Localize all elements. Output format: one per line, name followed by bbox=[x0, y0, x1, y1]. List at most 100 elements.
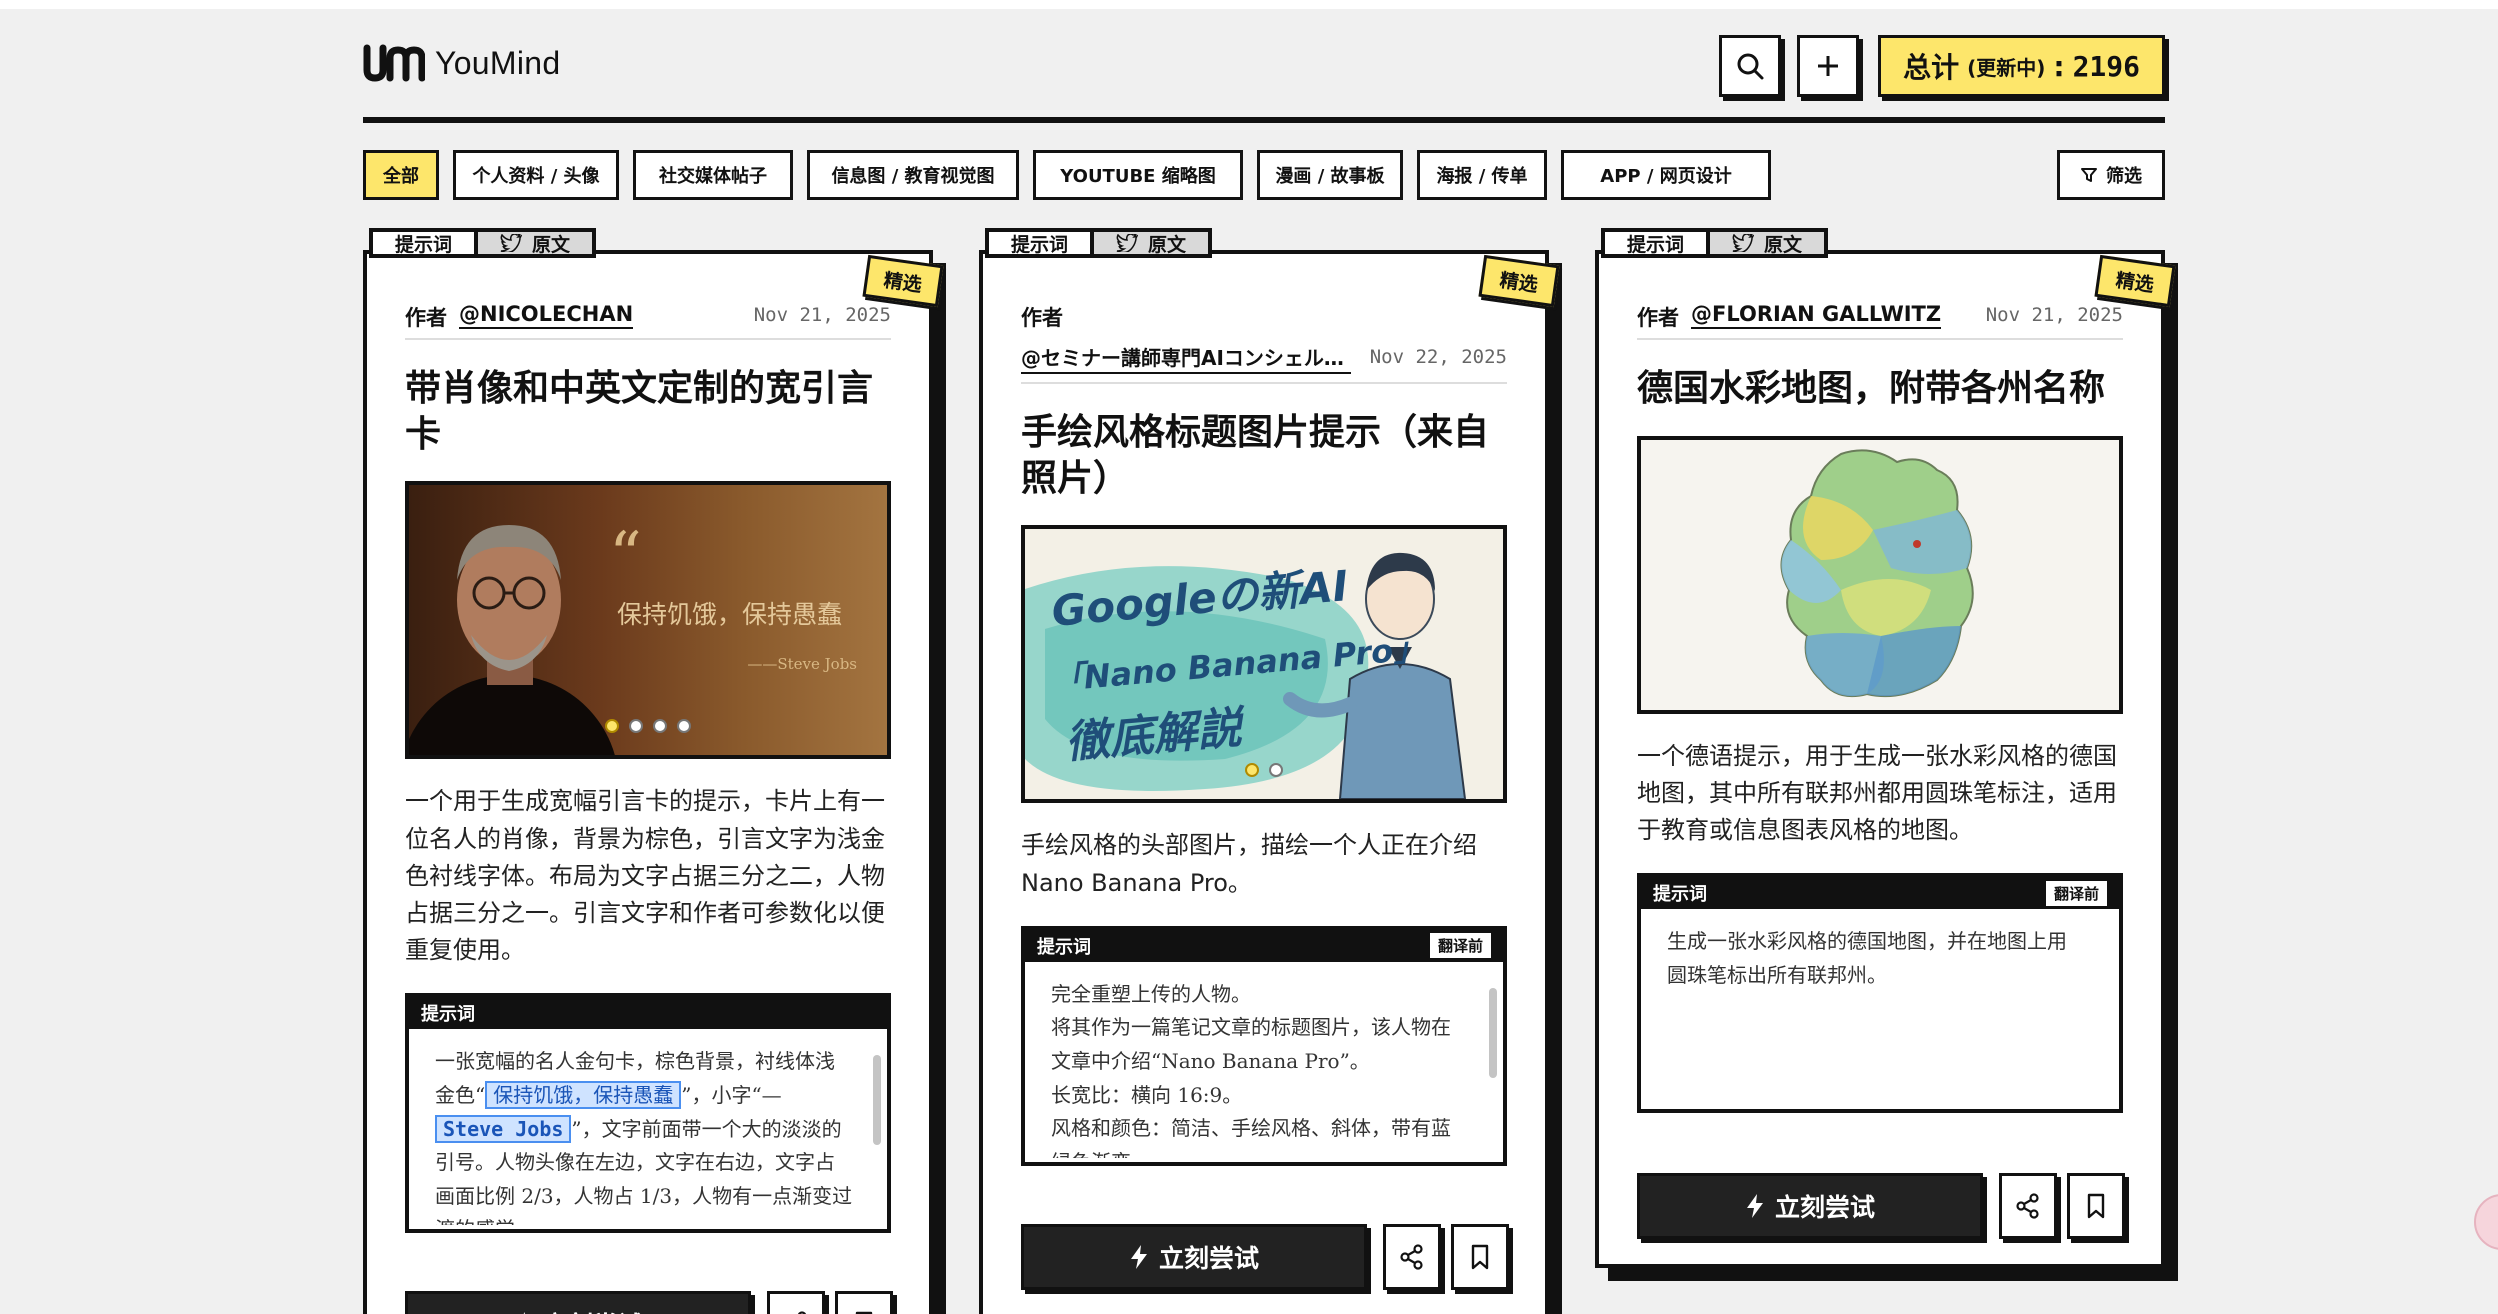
prompt-box-header: 提示词 翻译前 bbox=[1641, 877, 2119, 910]
prompt-scrollbar[interactable] bbox=[1489, 974, 1497, 1142]
filter-profile-avatar[interactable]: 个人资料 / 头像 bbox=[453, 150, 619, 200]
floating-extension-icon[interactable] bbox=[2474, 1194, 2498, 1250]
share-icon bbox=[2016, 1193, 2039, 1219]
author-link[interactable]: @セミナー講師専門AIコンシェルジュ bbox=[1021, 342, 1351, 374]
card-title[interactable]: 德国水彩地图，附带各州名称 bbox=[1637, 366, 2123, 412]
filter-app-web[interactable]: APP / 网页设计 bbox=[1561, 150, 1771, 200]
twitter-bird-icon bbox=[1732, 234, 1755, 252]
share-button[interactable] bbox=[1999, 1173, 2057, 1240]
prompt-variable[interactable]: 保持饥饿，保持愚蠢 bbox=[485, 1080, 682, 1109]
tab-original[interactable]: 原文 bbox=[1706, 228, 1829, 258]
bookmark-icon bbox=[2087, 1194, 2105, 1219]
prompt-card: 提示词 原文 精选 作者 @NICOLECHAN Nov 21, 2025 带肖… bbox=[363, 228, 944, 1314]
share-button[interactable] bbox=[1383, 1223, 1441, 1290]
scroll-thumb[interactable] bbox=[1489, 987, 1497, 1078]
card-title[interactable]: 带肖像和中英文定制的宽引言卡 bbox=[405, 366, 891, 457]
prompt-scrollbar[interactable] bbox=[873, 1041, 881, 1209]
bookmark-button[interactable] bbox=[1451, 1223, 1509, 1290]
card-image[interactable]: “ 保持饥饿，保持愚蠢 ——Steve Jobs bbox=[405, 481, 891, 760]
carousel-dot[interactable] bbox=[1269, 763, 1283, 778]
prompt-text: 生成一张水彩风格的德国地图，并在地图上用圆珠笔标出所有联邦州。 bbox=[1667, 929, 2067, 987]
author-label: 作者 bbox=[405, 306, 447, 330]
post-date: Nov 22, 2025 bbox=[1369, 346, 1507, 368]
tab-prompt[interactable]: 提示词 bbox=[369, 228, 479, 258]
author-label: 作者 bbox=[1637, 306, 1679, 330]
prompt-box[interactable]: 提示词 翻译前 完全重塑上传的人物。 将其作为一篇笔记文章的标题图片，该人物在文… bbox=[1021, 925, 1507, 1166]
tab-original[interactable]: 原文 bbox=[1090, 228, 1213, 258]
carousel-dot[interactable] bbox=[605, 719, 619, 734]
carousel-dot[interactable] bbox=[1245, 763, 1259, 778]
prompt-box-title: 提示词 bbox=[421, 1004, 475, 1026]
try-now-button[interactable]: 立刻尝试 bbox=[1021, 1223, 1367, 1290]
try-now-button[interactable]: 立刻尝试 bbox=[405, 1291, 751, 1314]
svg-text:“: “ bbox=[609, 519, 642, 593]
filter-all[interactable]: 全部 bbox=[363, 150, 439, 200]
author-link[interactable]: @FLORIAN GALLWITZ bbox=[1691, 302, 1942, 329]
prompt-line: 将其作为一篇笔记文章的标题图片，该人物在文章中介绍“Nano Banana Pr… bbox=[1051, 1015, 1451, 1073]
total-counter: 总计 (更新中) : 2196 bbox=[1878, 35, 2165, 97]
filter-button[interactable]: 筛选 bbox=[2057, 150, 2165, 200]
tab-original[interactable]: 原文 bbox=[474, 228, 597, 258]
filter-infographic[interactable]: 信息图 / 教育视觉图 bbox=[807, 150, 1019, 200]
carousel-dot[interactable] bbox=[677, 719, 691, 734]
tab-original-label: 原文 bbox=[1148, 233, 1187, 256]
total-count: 2196 bbox=[2072, 49, 2140, 83]
logo[interactable]: YouMind bbox=[363, 44, 560, 82]
prompt-card: 提示词 原文 精选 作者 @FLORIAN GALLWITZ Nov 21, 2… bbox=[1595, 228, 2176, 1268]
twitter-bird-icon bbox=[1116, 234, 1139, 252]
hero-quote: 保持饥饿，保持愚蠢 bbox=[617, 600, 843, 630]
filter-youtube-thumbnail[interactable]: YOUTUBE 缩略图 bbox=[1033, 150, 1243, 200]
card-image[interactable]: Googleの新AI 「Nano Banana Pro」 徹底解説 bbox=[1021, 525, 1507, 804]
total-sep: : bbox=[2053, 49, 2065, 83]
search-button[interactable] bbox=[1719, 35, 1781, 97]
carousel-dot[interactable] bbox=[653, 719, 667, 734]
carousel-dots bbox=[605, 719, 691, 734]
category-filters: 全部 个人资料 / 头像 社交媒体帖子 信息图 / 教育视觉图 YOUTUBE … bbox=[363, 150, 2165, 200]
card-tabs: 提示词 原文 bbox=[1601, 228, 1829, 258]
prompt-line: 风格和颜色：简洁、手绘风格、斜体，带有蓝绿色渐变。 bbox=[1051, 1116, 1451, 1158]
author-link[interactable]: @NICOLECHAN bbox=[459, 302, 634, 329]
logo-text: YouMind bbox=[435, 44, 561, 81]
filter-social-post[interactable]: 社交媒体帖子 bbox=[633, 150, 793, 200]
lightning-icon bbox=[1746, 1194, 1763, 1219]
header: YouMind 总计 (更新中) : 2196 bbox=[363, 30, 2165, 102]
scroll-thumb[interactable] bbox=[873, 1055, 881, 1146]
try-now-label: 立刻尝试 bbox=[1158, 1243, 1259, 1273]
filter-comic-storyboard[interactable]: 漫画 / 故事板 bbox=[1257, 150, 1403, 200]
share-button[interactable] bbox=[767, 1291, 825, 1314]
card-description: 手绘风格的头部图片，描绘一个人正在介绍 Nano Banana Pro。 bbox=[1021, 831, 1477, 897]
carousel-dots bbox=[1245, 763, 1283, 778]
card-content: 作者 @NICOLECHAN Nov 21, 2025 带肖像和中英文定制的宽引… bbox=[405, 294, 893, 1314]
filter-poster-flyer[interactable]: 海报 / 传单 bbox=[1417, 150, 1547, 200]
prompt-line: 完全重塑上传的人物。 bbox=[1051, 981, 1251, 1006]
try-now-label: 立刻尝试 bbox=[1774, 1193, 1875, 1223]
tab-prompt[interactable]: 提示词 bbox=[1601, 228, 1711, 258]
try-now-label: 立刻尝试 bbox=[543, 1306, 643, 1314]
try-now-button[interactable]: 立刻尝试 bbox=[1637, 1173, 1983, 1240]
card-title[interactable]: 手绘风格标题图片提示（来自照片） bbox=[1021, 410, 1507, 501]
prompt-box-header: 提示词 bbox=[409, 997, 887, 1030]
plus-icon bbox=[1818, 56, 1838, 76]
youmind-logo-icon bbox=[363, 44, 425, 82]
prompt-box[interactable]: 提示词 一张宽幅的名人金句卡，棕色背景，衬线体浅金色“ 保持饥饿，保持愚蠢 ”，小字… bbox=[405, 993, 891, 1234]
translate-toggle[interactable]: 翻译前 bbox=[1429, 933, 1491, 959]
prompt-variable[interactable]: Steve Jobs bbox=[435, 1114, 572, 1143]
translate-toggle[interactable]: 翻译前 bbox=[2045, 880, 2107, 906]
add-button[interactable] bbox=[1797, 35, 1859, 97]
bookmark-button[interactable] bbox=[835, 1291, 893, 1314]
author-label: 作者 bbox=[1021, 306, 1063, 330]
card-image[interactable] bbox=[1637, 435, 2123, 714]
prompt-card: 提示词 原文 精选 作者 @セミナー講師専門AIコンシェルジュ Nov 22, … bbox=[979, 228, 1560, 1314]
header-rule bbox=[363, 117, 2165, 123]
tab-prompt[interactable]: 提示词 bbox=[985, 228, 1095, 258]
prompt-box[interactable]: 提示词 翻译前 生成一张水彩风格的德国地图，并在地图上用圆珠笔标出所有联邦州。 bbox=[1637, 873, 2123, 1114]
germany-map-image bbox=[1780, 449, 1974, 697]
prompt-box-title: 提示词 bbox=[1653, 884, 1707, 906]
funnel-icon bbox=[2081, 168, 2097, 182]
carousel-dot[interactable] bbox=[629, 719, 643, 734]
twitter-bird-icon bbox=[500, 234, 523, 252]
card-actions: 立刻尝试 bbox=[1021, 1223, 1509, 1294]
post-date: Nov 21, 2025 bbox=[753, 304, 891, 326]
bookmark-button[interactable] bbox=[2067, 1173, 2125, 1240]
card-content: 作者 @セミナー講師専門AIコンシェルジュ Nov 22, 2025 手绘风格标… bbox=[1021, 294, 1509, 1294]
